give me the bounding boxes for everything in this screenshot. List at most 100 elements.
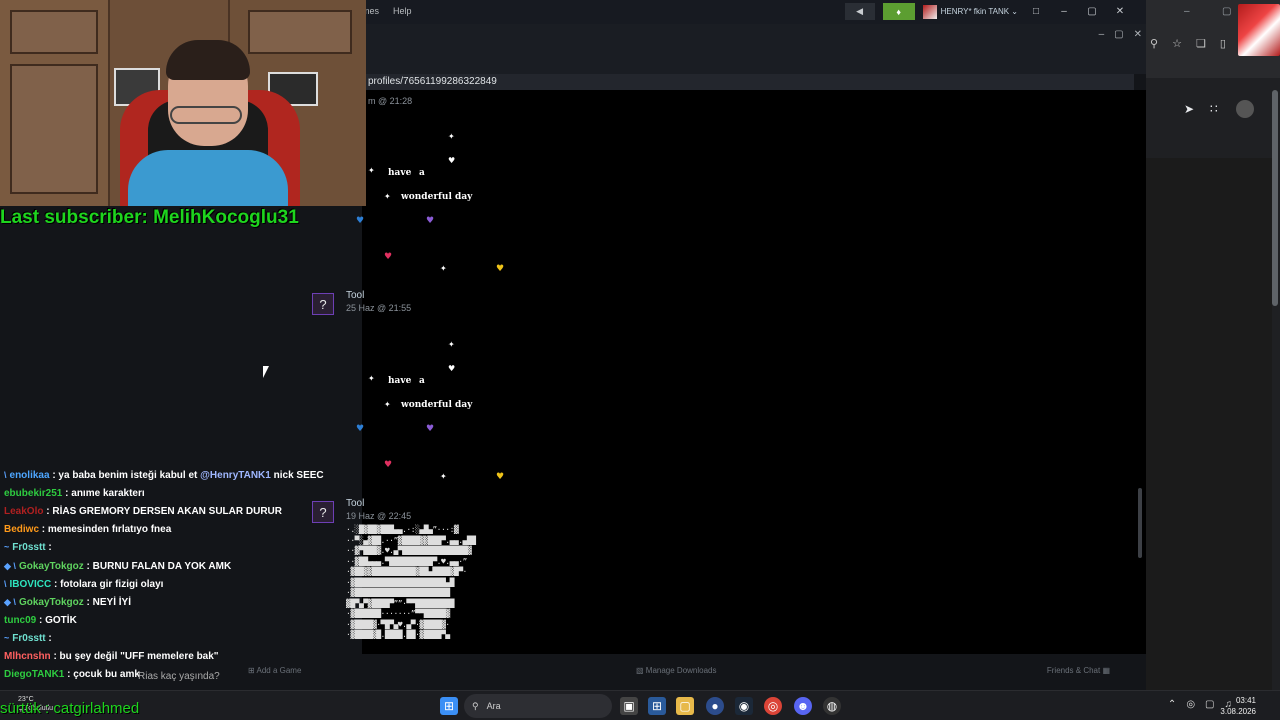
chat-message: Mlhcnshn : bu şey değil "UFF memelere ba… <box>4 651 219 662</box>
chat-text: : fotolara gir fizigi olayı <box>51 578 164 590</box>
comment-timestamp: m @ 21:28 <box>368 96 413 106</box>
chat-message: \ IBOVICC : fotolara gir fizigi olayı <box>4 579 163 590</box>
chat-text: : GOTİK <box>36 614 77 626</box>
clock-time: 03:41 <box>1235 696 1256 705</box>
heart-icon: ♥ <box>448 156 456 165</box>
art-word-wonderful-day: wonderful day <box>401 400 473 410</box>
comments-scrollbar[interactable] <box>1136 90 1144 654</box>
obs-icon[interactable]: ◍ <box>823 697 841 715</box>
chat-username[interactable]: IBOVICC <box>10 579 52 590</box>
chat-username[interactable]: LeakOlo <box>4 506 43 517</box>
chat-username[interactable]: GokayTokgoz <box>19 597 84 608</box>
broadcast-button[interactable]: ◀ <box>844 3 875 20</box>
chrome-page <box>1146 158 1272 690</box>
account-name: HENRY* fkin TANK ⌄ <box>940 7 1018 16</box>
chat-username[interactable]: GokayTokgoz <box>19 561 84 572</box>
comment-author[interactable]: Tool <box>346 498 364 509</box>
chat-text: : ya baba benim isteği kabul et <box>49 470 201 481</box>
chat-username[interactable]: Fr0sstt <box>12 633 45 644</box>
microphone-icon[interactable]: ◎ <box>1186 699 1195 710</box>
art-word-a: a <box>419 376 425 386</box>
chat-badge-icon: ~ <box>4 542 10 553</box>
chat-username[interactable]: Bediwc <box>4 524 39 535</box>
maximize-icon[interactable]: ▢ <box>1082 6 1102 17</box>
app-icon[interactable]: ● <box>706 697 724 715</box>
chat-badge-icon: \ <box>4 470 7 480</box>
door-panel <box>10 10 98 54</box>
task-view-icon[interactable]: ▣ <box>620 697 638 715</box>
chat-text: : NEYİ İYİ <box>83 596 131 608</box>
avatar[interactable]: ? <box>312 293 334 315</box>
manage-downloads-button[interactable]: ▧ Manage Downloads <box>636 666 717 675</box>
chat-username[interactable]: DiegoTANK1 <box>4 669 64 680</box>
big-picture-icon[interactable]: □ <box>1026 6 1046 17</box>
account-menu[interactable]: HENRY* fkin TANK ⌄ <box>922 4 1018 19</box>
avatar[interactable]: ? <box>312 501 334 523</box>
steam-menu: mes Help <box>362 6 412 16</box>
maximize-icon[interactable]: ▢ <box>1114 29 1123 40</box>
zoom-icon[interactable]: ⚲ <box>1150 37 1158 50</box>
heart-icon: ♥ <box>384 460 393 470</box>
chat-username[interactable]: Mlhcnshn <box>4 651 51 662</box>
clock[interactable]: 03:41 3.08.2026 <box>1220 695 1256 717</box>
share-icon[interactable]: ➤ <box>1184 102 1194 116</box>
art-word-have: have <box>388 376 412 386</box>
steam-icon[interactable]: ◉ <box>735 697 753 715</box>
sidebar-icon[interactable]: ▯ <box>1220 37 1226 50</box>
url-bar[interactable]: profiles/76561199286322849 <box>362 74 1134 90</box>
chat-badge-icon: ~ <box>4 632 10 643</box>
steam-bottom-bar: ⊞ Add a Game ▧ Manage Downloads Friends … <box>236 662 1146 682</box>
chat-username[interactable]: enolikaa <box>10 470 50 481</box>
sparkle-icon: ✦ <box>384 400 391 409</box>
avatar[interactable] <box>1236 100 1254 118</box>
comment-author[interactable]: Tool <box>346 290 364 301</box>
chat-text: : RİAS GREMORY DERSEN AKAN SULAR DURUR <box>43 506 282 518</box>
close-icon[interactable]: ✕ <box>1134 29 1142 40</box>
chevron-up-icon[interactable]: ⌃ <box>1168 699 1176 710</box>
sparkle-icon: ✦ <box>368 374 375 383</box>
chrome-icon[interactable]: ◎ <box>764 697 782 715</box>
windows-start-icon[interactable]: ⊞ <box>440 697 458 715</box>
scrollbar-thumb[interactable] <box>1138 488 1142 558</box>
discord-icon[interactable]: ☻ <box>794 697 812 715</box>
chat-text: : <box>45 632 52 644</box>
chat-message: ◆ \ GokayTokgoz : BURNU FALAN DA YOK AMK <box>4 561 231 572</box>
bell-icon: ♦ <box>896 6 901 17</box>
chat-username[interactable]: Fr0sstt <box>12 542 45 553</box>
file-explorer-icon[interactable]: ▢ <box>676 697 694 715</box>
minimize-icon[interactable]: – <box>1054 6 1074 17</box>
maximize-icon[interactable]: ▢ <box>1222 6 1231 17</box>
chat-username[interactable]: tunc09 <box>4 615 36 626</box>
chrome-scrollbar[interactable] <box>1272 90 1278 306</box>
browser-window-controls: – ▢ ✕ <box>1099 29 1142 40</box>
display-icon[interactable]: ▢ <box>1205 699 1214 710</box>
chat-text: : çocuk bu amk <box>64 669 140 681</box>
apps-grid-icon[interactable]: ∷ <box>1210 102 1218 116</box>
chrome-window: – ▢ ⚲ ☆ ❏ ▯ ➤ ∷ <box>1146 0 1280 690</box>
close-icon[interactable]: ✕ <box>1110 6 1130 17</box>
add-game-button[interactable]: ⊞ Add a Game <box>248 666 301 675</box>
screen: mes Help ◀ ♦ HENRY* fkin TANK ⌄ □ – ▢ ✕ … <box>0 0 1280 720</box>
sparkle-icon: ✦ <box>368 166 375 175</box>
streamer-shirt <box>128 150 288 206</box>
minimize-icon[interactable]: – <box>1099 29 1105 40</box>
notifications-button[interactable]: ♦ <box>882 3 915 20</box>
chat-input-placeholder: Rias kaç yaşında? <box>138 671 220 682</box>
art-word-wonderful-day: wonderful day <box>401 192 473 202</box>
minimize-icon[interactable]: – <box>1184 6 1190 17</box>
art-word-a: a <box>419 168 425 178</box>
taskbar-search[interactable]: ⚲ Ara <box>464 694 612 718</box>
chat-message: tunc09 : GOTİK <box>4 615 77 626</box>
chat-badge-icon: ◆ \ <box>4 596 16 607</box>
bookmark-star-icon[interactable]: ☆ <box>1172 37 1182 50</box>
chat-username[interactable]: ebubekir251 <box>4 488 62 499</box>
sparkle-icon: ✦ <box>448 340 455 349</box>
sparkle-icon: ✦ <box>440 264 447 273</box>
chat-mention[interactable]: @HenryTANK1 <box>200 470 271 481</box>
extensions-icon[interactable]: ❏ <box>1196 37 1206 50</box>
chat-badge-icon: \ <box>4 578 7 589</box>
chat-text: nick SEEC <box>270 470 324 481</box>
friends-chat-button[interactable]: Friends & Chat ▦ <box>1047 666 1110 675</box>
menu-item-help[interactable]: Help <box>393 6 412 16</box>
calculator-icon[interactable]: ⊞ <box>648 697 666 715</box>
